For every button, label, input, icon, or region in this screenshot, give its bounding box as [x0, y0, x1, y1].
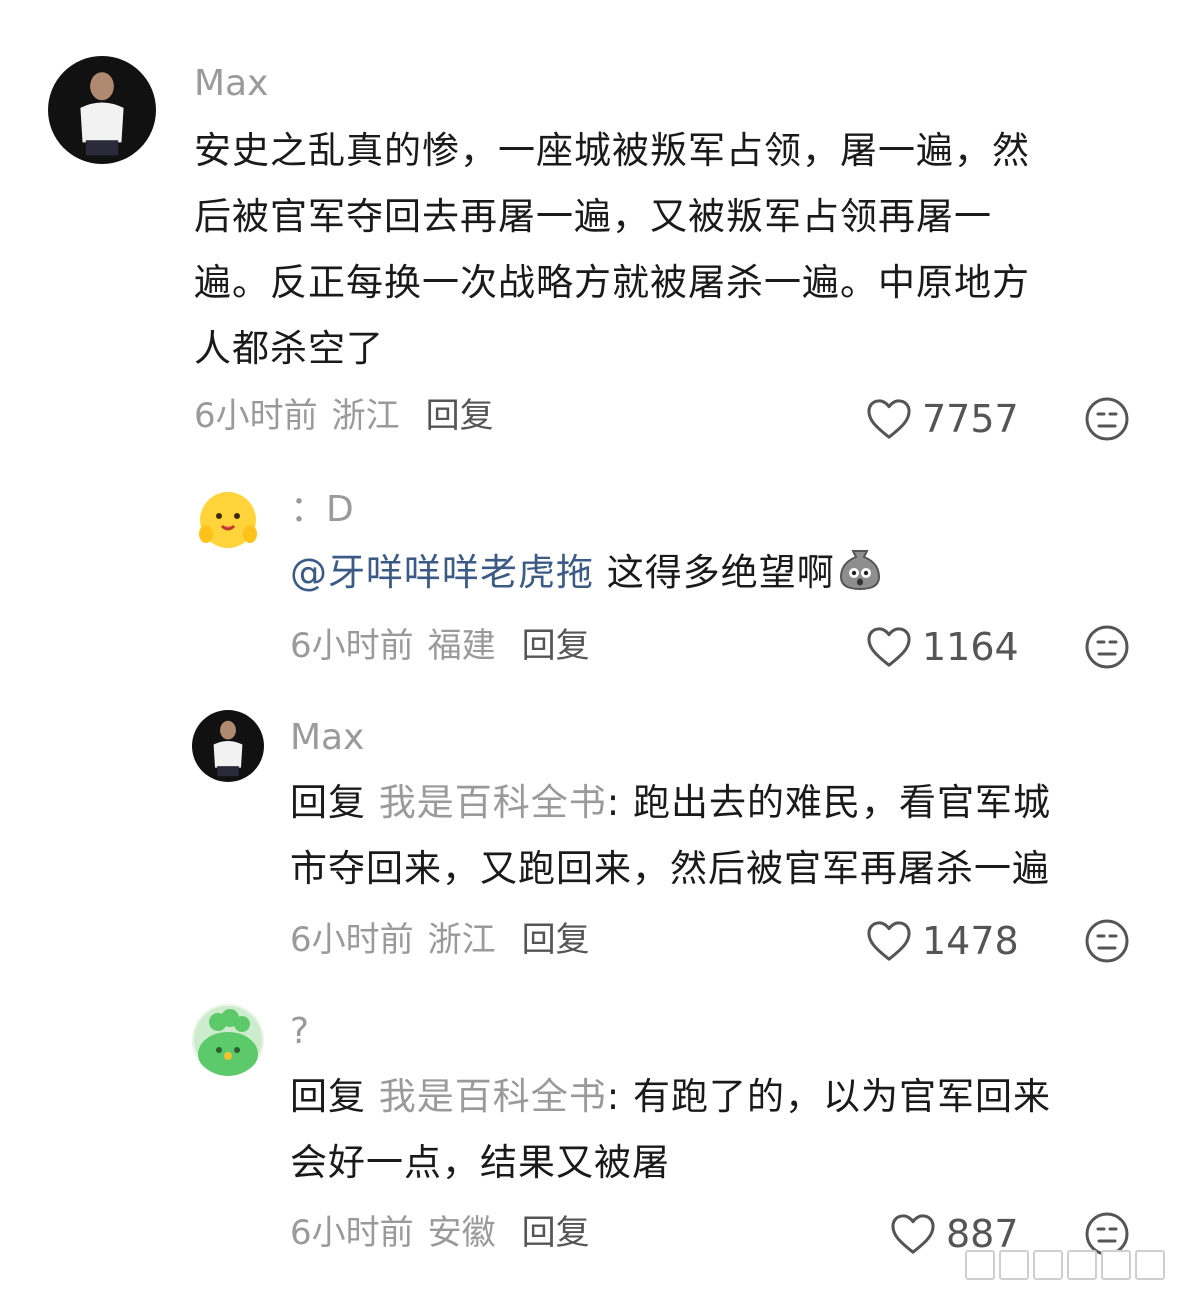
comment-time: 6小时前 [290, 1213, 414, 1253]
comment-text: 安史之乱真的惨，一座城被叛军占领，屠一遍，然 后被官军夺回去再屠一遍，又被叛军占… [194, 129, 1030, 370]
dislike-button[interactable] [1084, 624, 1130, 670]
reply-button[interactable]: 回复 [522, 626, 590, 666]
comment-location: 安徽 [427, 1213, 496, 1253]
comment-meta: 6小时前 福建 回复 [290, 626, 590, 666]
comment-meta: 6小时前 浙江 回复 [290, 920, 590, 960]
watermark-block [1033, 1250, 1063, 1280]
watermark-block [1067, 1250, 1097, 1280]
comment-time: 6小时前 [290, 626, 414, 666]
heart-outline-icon [867, 921, 911, 961]
comment-body: 这得多绝望啊 [594, 551, 835, 594]
comment-meta: 6小时前 浙江 回复 [194, 396, 494, 436]
shocked-sack-emoji [835, 543, 885, 593]
comment-meta: 6小时前 安徽 回复 [290, 1213, 590, 1253]
dislike-button[interactable] [1084, 918, 1130, 964]
watermark-block [1135, 1250, 1165, 1280]
username[interactable]: Max [194, 64, 268, 104]
username[interactable]: ? [290, 1012, 309, 1052]
dislike-button[interactable] [1084, 396, 1130, 442]
like-count: 7757 [922, 397, 1019, 441]
meh-face-icon [1085, 919, 1129, 963]
username[interactable]: ：D [290, 490, 354, 530]
comment-location: 浙江 [331, 396, 400, 436]
reply-target-name[interactable]: 我是百科全书 [379, 1075, 607, 1118]
comment-text: 回复 我是百科全书: 有跑了的，以为官军回来 会好一点，结果又被屠 [290, 1064, 1150, 1196]
heart-outline-icon [867, 399, 911, 439]
reply-target-name[interactable]: 我是百科全书 [379, 781, 607, 824]
reply-button[interactable]: 回复 [522, 1213, 590, 1253]
watermark-block [965, 1250, 995, 1280]
comment-text: 回复 我是百科全书: 跑出去的难民，看官军城 市夺回来，又跑回来，然后被官军再屠… [290, 770, 1150, 902]
comment-time: 6小时前 [194, 396, 318, 436]
heart-outline-icon [891, 1214, 935, 1254]
heart-outline-icon [867, 627, 911, 667]
watermark [965, 1247, 1165, 1283]
username[interactable]: Max [290, 718, 364, 758]
like-button[interactable]: 1478 [866, 919, 1019, 963]
meh-face-icon [1085, 625, 1129, 669]
avatar[interactable] [192, 482, 264, 554]
meh-face-icon [1085, 397, 1129, 441]
mention-link[interactable]: @牙咩咩咩老虎拖 [290, 551, 594, 594]
like-count: 1164 [922, 625, 1019, 669]
reply-button[interactable]: 回复 [426, 396, 494, 436]
comment-location: 福建 [427, 626, 496, 666]
comment-text: @牙咩咩咩老虎拖 这得多绝望啊 [290, 540, 1150, 606]
watermark-block [1101, 1250, 1131, 1280]
avatar[interactable] [48, 56, 156, 164]
reply-prefix: 回复 [290, 781, 379, 824]
avatar[interactable] [192, 1004, 264, 1076]
comment-location: 浙江 [427, 920, 496, 960]
watermark-block [999, 1250, 1029, 1280]
like-button[interactable]: 7757 [866, 397, 1019, 441]
like-button[interactable]: 1164 [866, 625, 1019, 669]
comment-time: 6小时前 [290, 920, 414, 960]
reply-button[interactable]: 回复 [522, 920, 590, 960]
reply-prefix: 回复 [290, 1075, 379, 1118]
like-count: 1478 [922, 919, 1019, 963]
avatar[interactable] [192, 710, 264, 782]
